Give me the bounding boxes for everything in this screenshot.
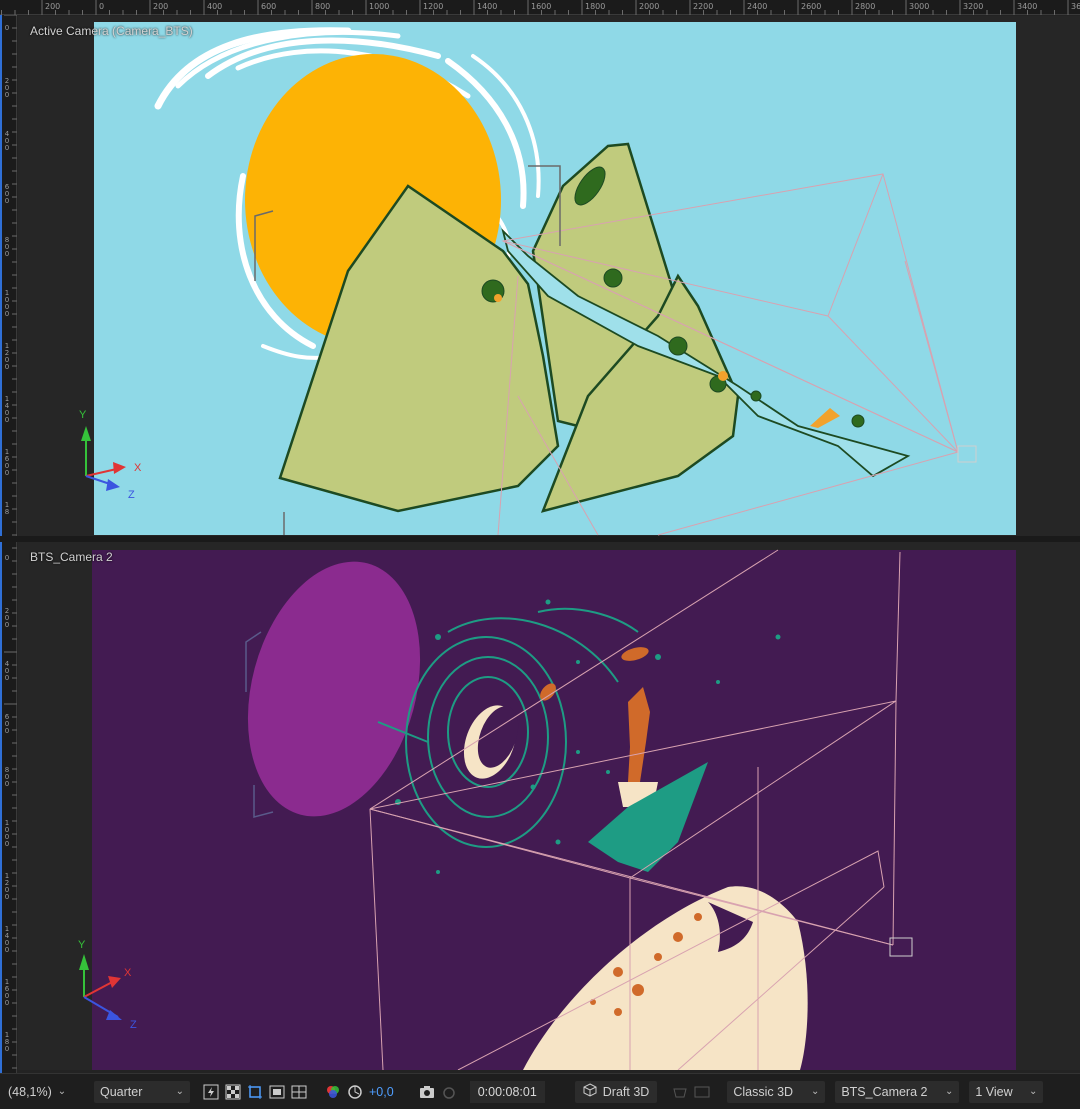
chevron-down-icon: ⌄ [944,1086,954,1097]
chevron-down-icon: ⌄ [57,1086,67,1097]
ruler-label: 600 [261,2,277,11]
transparency-grid-icon[interactable] [222,1081,244,1103]
composition-view-bts-camera[interactable]: BTS_Camera 2 Y X Z [18,542,1080,1070]
ruler-label: 600 [4,713,10,735]
ruler-label: 0 [4,24,10,32]
ruler-label: 1400 [4,925,10,954]
ruler-label: 2800 [855,2,876,11]
axis-label-x: X [124,967,132,979]
ruler-label: 800 [315,2,331,11]
chevron-down-icon: ⌄ [1028,1086,1038,1097]
ruler-label: 800 [4,236,10,258]
ruler-label: 200 [4,607,10,629]
renderer-dropdown[interactable]: Classic 3D ⌄ [727,1080,826,1103]
ruler-label: 2400 [747,2,768,11]
ruler-label: 1600 [4,448,10,477]
ruler-label: 1000 [4,289,10,318]
ruler-label: 0 [99,2,105,11]
viewer-toolbar: (48,1%) ⌄ Quarter ⌄ +0,0 0:00:08:01 Draf… [0,1073,1080,1109]
view-title: BTS_Camera 2 [30,550,113,564]
extended-viewer-icon[interactable] [691,1081,713,1103]
ruler-label: 400 [207,2,223,11]
grid-guides-icon[interactable] [288,1081,310,1103]
view-title: Active Camera (Camera_BTS) [30,24,193,38]
vertical-ruler[interactable]: 0200400600800100012001400160018020040060… [0,14,17,1073]
resolution-dropdown[interactable]: Quarter ⌄ [94,1080,190,1103]
view-layout-dropdown[interactable]: 1 View ⌄ [969,1080,1044,1103]
renderer-value: Classic 3D [733,1084,794,1099]
axis-label-z: Z [130,1019,137,1031]
current-time-display[interactable]: 0:00:08:01 [469,1080,545,1103]
axis-label-z: Z [128,489,135,501]
ruler-label: 180 [4,1031,10,1053]
axis-label-y: Y [79,409,87,421]
ruler-label: 1800 [585,2,606,11]
ruler-label: 1600 [531,2,552,11]
ruler-label: 1200 [4,872,10,901]
ruler-label: 0 [4,554,10,562]
ruler-label: 2600 [801,2,822,11]
ruler-label: 1400 [477,2,498,11]
ruler-label: 2000 [639,2,660,11]
magnification-dropdown[interactable]: (48,1%) ⌄ [8,1081,82,1103]
show-snapshot-icon[interactable] [438,1081,460,1103]
ruler-label: 200 [153,2,169,11]
fast-preview-icon[interactable] [200,1081,222,1103]
exposure-reset-icon[interactable] [344,1081,366,1103]
chevron-down-icon: ⌄ [810,1086,820,1097]
region-of-interest-icon[interactable] [244,1081,266,1103]
timecode: 0:00:08:01 [477,1084,537,1099]
night-background [92,550,1016,1070]
axis-label-x: X [134,462,142,474]
composition-view-active-camera[interactable]: Active Camera (Camera_BTS) Y X Z [18,16,1080,536]
ruler-label: 400 [4,130,10,152]
draft-3d-toggle[interactable]: Draft 3D [574,1080,658,1103]
safe-zones-icon[interactable] [266,1081,288,1103]
rgb-channels-icon[interactable] [322,1081,344,1103]
ruler-label: 1200 [4,342,10,371]
ruler-label: 200 [45,2,61,11]
chevron-down-icon: ⌄ [175,1086,184,1097]
magnification-value: (48,1%) [8,1084,52,1099]
ruler-label: 400 [4,660,10,682]
view-layout-value: 1 View [975,1084,1013,1099]
ruler-label: 3400 [1017,2,1038,11]
ruler-label: 1200 [423,2,444,11]
ruler-label: 600 [4,183,10,205]
ruler-label: 3200 [963,2,984,11]
axis-label-y: Y [78,939,86,951]
ruler-label: 1000 [4,819,10,848]
ruler-label: 3000 [909,2,930,11]
ruler-label: 1000 [369,2,390,11]
ruler-label: 1400 [4,395,10,424]
ruler-ticks-left [0,14,17,1073]
camera-view-value: BTS_Camera 2 [841,1084,928,1099]
draft-3d-icon [583,1083,597,1100]
resolution-value: Quarter [100,1084,143,1099]
ruler-label: 1600 [4,978,10,1007]
ruler-label: 36 [1071,2,1080,11]
ruler-label: 2200 [693,2,714,11]
3d-view-dropdown[interactable]: BTS_Camera 2 ⌄ [835,1080,960,1103]
exposure-value[interactable]: +0,0 [369,1081,394,1103]
draft-3d-label: Draft 3D [602,1084,650,1099]
ruler-label: 800 [4,766,10,788]
ruler-label: 200 [4,77,10,99]
snapshot-camera-icon[interactable] [416,1081,438,1103]
horizontal-ruler[interactable]: 200 0 200 400 600 800 1000 1200 1400 1600 1800 2000… [0,0,1080,15]
ruler-label: 18 [4,501,10,516]
3d-ground-plane-icon[interactable] [669,1081,691,1103]
